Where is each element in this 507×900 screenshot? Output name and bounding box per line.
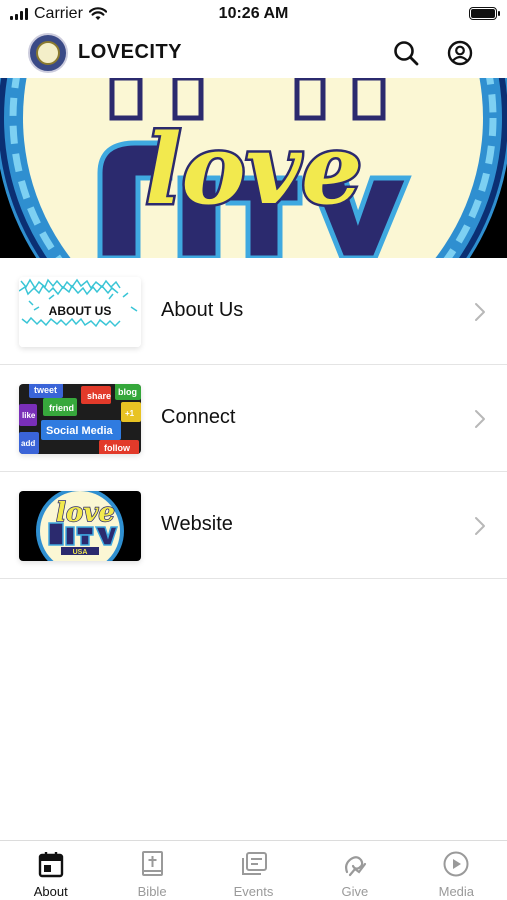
about-us-label: About Us xyxy=(161,299,244,321)
website-thumb-love: love xyxy=(56,498,115,528)
tab-about[interactable]: About xyxy=(0,841,101,900)
list-item-connect[interactable]: tweet share blog like friend +1 Social M… xyxy=(0,365,507,472)
bible-icon xyxy=(142,851,164,876)
blog-key: blog xyxy=(118,387,137,397)
banner-artwork: love xyxy=(0,78,507,258)
tab-media-label: Media xyxy=(438,884,475,899)
tab-bible[interactable]: Bible xyxy=(101,841,202,900)
account-button[interactable] xyxy=(445,38,475,68)
tab-events-label: Events xyxy=(233,884,274,899)
status-bar: Carrier 10:26 AM xyxy=(0,0,507,30)
website-label: Website xyxy=(161,513,233,535)
tab-give-label: Give xyxy=(341,884,369,899)
add-key: add xyxy=(21,439,35,448)
tab-give[interactable]: Give xyxy=(304,841,405,900)
tweet-key: tweet xyxy=(34,385,57,395)
menu-list: ABOUT US About Us tweet share blog like xyxy=(0,258,507,579)
search-icon xyxy=(394,41,419,66)
like-key: like xyxy=(22,411,36,420)
friend-key: friend xyxy=(49,403,74,413)
follow-key: follow xyxy=(104,443,131,453)
chevron-right-icon xyxy=(475,517,485,535)
account-icon xyxy=(447,40,473,66)
tab-about-label: About xyxy=(33,884,68,899)
tab-bar: About Bible Events Give Media xyxy=(0,840,507,900)
battery-icon xyxy=(469,7,500,20)
connect-thumbnail: tweet share blog like friend +1 Social M… xyxy=(19,384,141,454)
website-thumbnail: USA love xyxy=(19,491,141,561)
website-thumb-usa: USA xyxy=(73,549,88,556)
share-key: share xyxy=(87,391,111,401)
plus-one-key: +1 xyxy=(125,409,135,418)
play-icon xyxy=(443,851,469,877)
about-us-thumb-text: ABOUT US xyxy=(49,304,112,318)
chevron-right-icon xyxy=(475,303,485,321)
social-media-key: Social Media xyxy=(46,425,114,437)
search-button[interactable] xyxy=(391,38,421,68)
give-icon xyxy=(344,856,367,877)
connect-label: Connect xyxy=(161,406,236,428)
app-title: LOVECITY xyxy=(78,41,183,63)
hero-banner: love xyxy=(0,78,507,258)
tab-bible-label: Bible xyxy=(137,884,167,899)
chevron-right-icon xyxy=(475,410,485,428)
calendar-icon xyxy=(38,852,63,878)
app-logo xyxy=(28,33,68,73)
list-item-about-us[interactable]: ABOUT US About Us xyxy=(0,258,507,365)
tab-media[interactable]: Media xyxy=(406,841,507,900)
about-us-thumbnail: ABOUT US xyxy=(19,277,141,347)
app-header: LOVECITY xyxy=(0,30,507,78)
banner-love-text: love xyxy=(145,113,362,226)
events-icon xyxy=(241,852,267,875)
list-item-website[interactable]: USA love Website xyxy=(0,472,507,579)
tab-events[interactable]: Events xyxy=(203,841,304,900)
status-time: 10:26 AM xyxy=(218,5,289,22)
